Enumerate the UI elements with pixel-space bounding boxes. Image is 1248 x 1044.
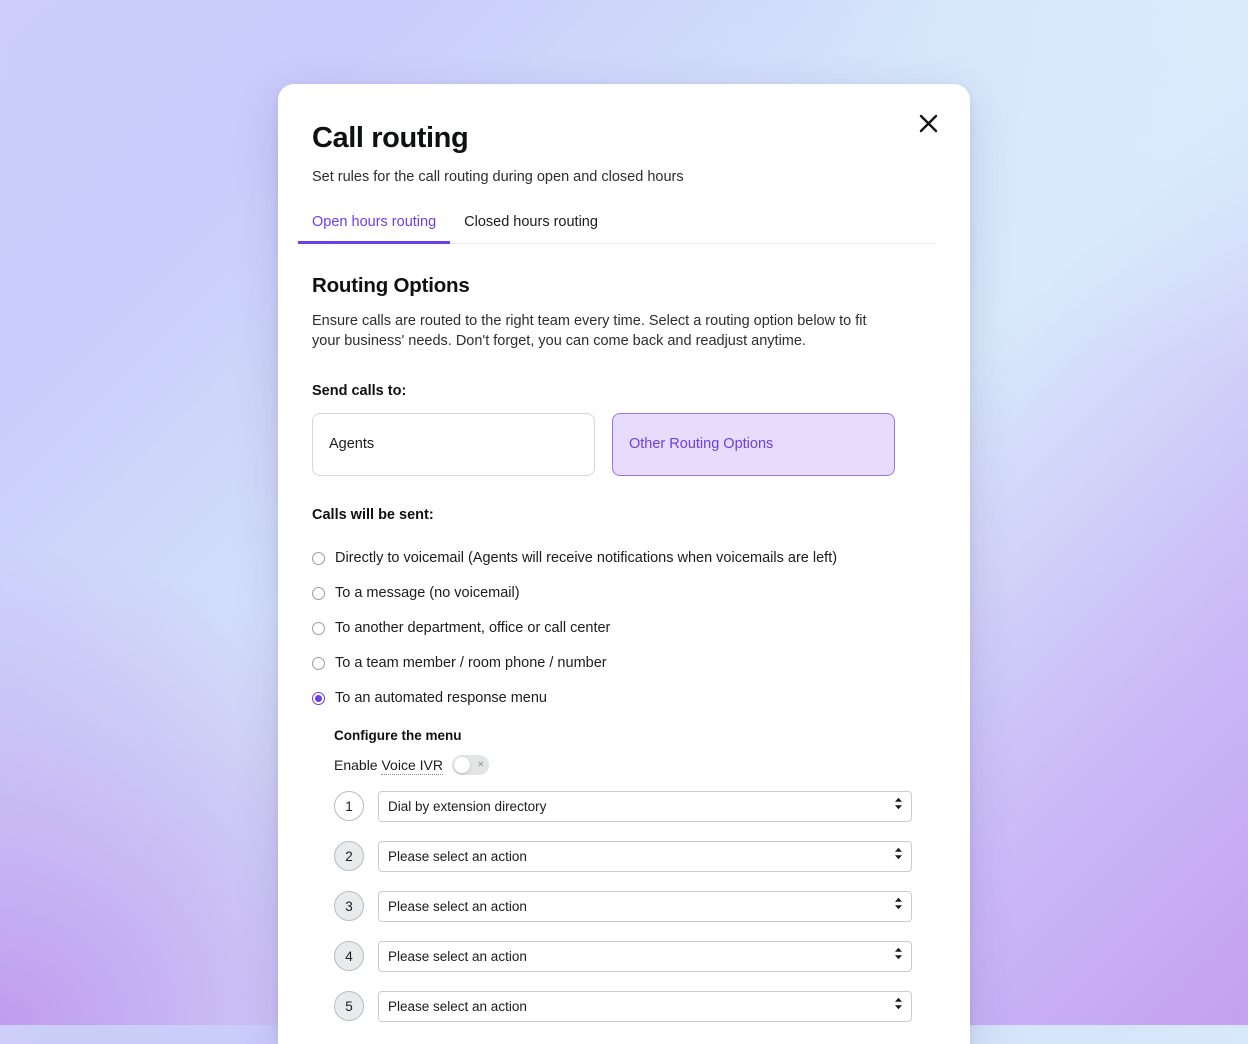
enable-voice-ivr-prefix: Enable	[334, 756, 382, 773]
menu-row-number: 3	[334, 891, 364, 922]
menu-action-select[interactable]: Please select an action	[378, 890, 912, 922]
menu-action-select[interactable]: Dial by extension directory	[378, 790, 912, 822]
route-card-agents-label: Agents	[329, 436, 375, 453]
menu-action-value: Dial by extension directory	[388, 798, 547, 814]
radio-option-another-department[interactable]: To another department, office or call ce…	[312, 611, 936, 646]
modal-body: Routing Options Ensure calls are routed …	[278, 244, 970, 1022]
radio-option-automated-response-menu[interactable]: To an automated response menu	[312, 681, 936, 716]
menu-action-select[interactable]: Please select an action	[378, 840, 912, 872]
radio-option-label: To a team member / room phone / number	[335, 655, 607, 672]
route-card-other-routing-options[interactable]: Other Routing Options	[612, 412, 895, 476]
radio-option-team-member[interactable]: To a team member / room phone / number	[312, 646, 936, 681]
menu-action-value: Please select an action	[388, 998, 527, 1014]
radio-icon	[312, 551, 325, 565]
section-description: Ensure calls are routed to the right tea…	[312, 312, 867, 350]
modal-header: Call routing Set rules for the call rout…	[278, 84, 970, 244]
voice-ivr-term[interactable]: Voice IVR	[381, 756, 443, 775]
menu-action-value: Please select an action	[388, 848, 527, 864]
toggle-off-icon: ×	[477, 758, 484, 771]
radio-icon	[312, 656, 325, 670]
routing-target-cards: Agents Other Routing Options	[312, 412, 936, 476]
section-title-routing-options: Routing Options	[312, 273, 470, 297]
menu-option-rows: 1 Dial by extension directory 2 Please s…	[334, 790, 936, 1022]
menu-row-number: 1	[334, 791, 364, 822]
configure-menu-title: Configure the menu	[334, 727, 462, 743]
enable-voice-ivr-label: Enable Voice IVR	[334, 756, 443, 775]
menu-row-number: 4	[334, 941, 364, 972]
enable-voice-ivr-toggle[interactable]: ×	[451, 754, 489, 775]
radio-option-label: To another department, office or call ce…	[335, 620, 611, 637]
calls-will-be-sent-label: Calls will be sent:	[312, 506, 434, 523]
page-title: Call routing	[312, 122, 469, 154]
tab-open-hours-routing[interactable]: Open hours routing	[298, 214, 451, 244]
toggle-knob	[453, 756, 470, 773]
enable-voice-ivr-row: Enable Voice IVR ×	[334, 754, 936, 775]
call-routing-modal: Call routing Set rules for the call rout…	[278, 84, 970, 1044]
menu-action-value: Please select an action	[388, 898, 527, 914]
tab-closed-hours-routing[interactable]: Closed hours routing	[450, 214, 612, 244]
calls-will-be-sent-radio-group: Directly to voicemail (Agents will recei…	[312, 541, 936, 716]
radio-icon-selected	[312, 691, 325, 705]
send-calls-to-label: Send calls to:	[312, 382, 407, 399]
radio-icon	[312, 586, 325, 600]
menu-row: 4 Please select an action	[334, 940, 936, 972]
menu-row: 2 Please select an action	[334, 840, 936, 872]
radio-option-to-a-message[interactable]: To a message (no voicemail)	[312, 576, 936, 611]
radio-option-label: To a message (no voicemail)	[335, 585, 520, 602]
modal-subtitle: Set rules for the call routing during op…	[312, 169, 684, 186]
radio-option-directly-to-voicemail[interactable]: Directly to voicemail (Agents will recei…	[312, 541, 936, 576]
configure-menu-section: Configure the menu Enable Voice IVR × 1 …	[334, 728, 936, 1022]
menu-row: 5 Please select an action	[334, 990, 936, 1022]
menu-row: 3 Please select an action	[334, 890, 936, 922]
menu-row-number: 2	[334, 841, 364, 872]
menu-row: 1 Dial by extension directory	[334, 790, 936, 822]
radio-icon	[312, 621, 325, 635]
tab-bar: Open hours routing Closed hours routing	[298, 214, 936, 244]
menu-row-number: 5	[334, 991, 364, 1022]
radio-option-label: Directly to voicemail (Agents will recei…	[335, 550, 838, 567]
menu-action-value: Please select an action	[388, 948, 527, 964]
route-card-other-routing-options-label: Other Routing Options	[629, 436, 774, 453]
close-icon[interactable]	[909, 104, 947, 142]
radio-option-label: To an automated response menu	[335, 690, 547, 707]
menu-action-select[interactable]: Please select an action	[378, 990, 912, 1022]
route-card-agents[interactable]: Agents	[312, 412, 595, 476]
menu-action-select[interactable]: Please select an action	[378, 940, 912, 972]
